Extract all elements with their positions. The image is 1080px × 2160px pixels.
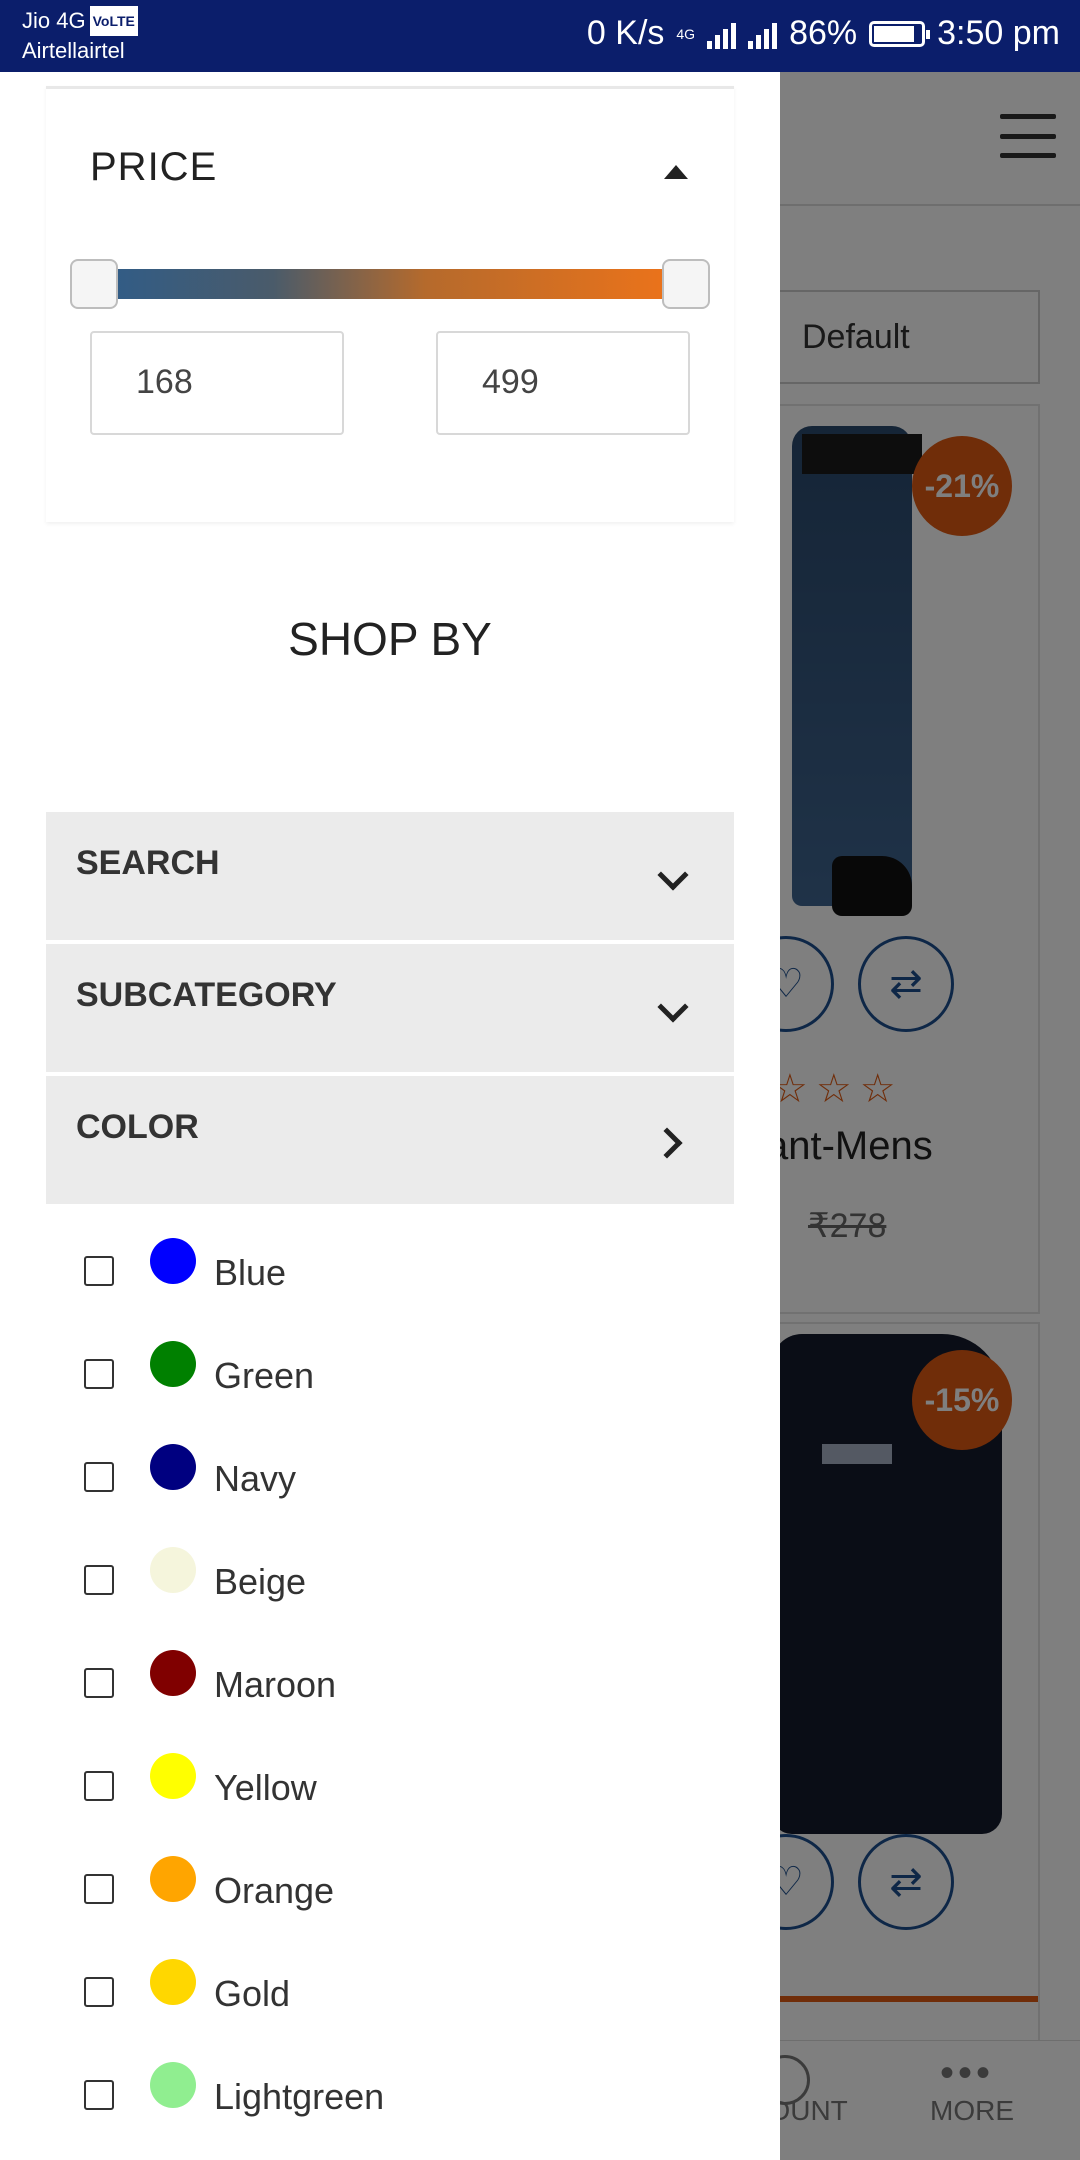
signal-icon-2 bbox=[748, 19, 778, 49]
price-min-input[interactable]: 168 bbox=[90, 331, 344, 435]
chevron-down-icon bbox=[657, 991, 689, 1023]
color-label: Green bbox=[214, 1355, 315, 1396]
battery-percent: 86% bbox=[789, 14, 858, 52]
price-title: PRICE bbox=[90, 145, 218, 189]
color-label: Maroon bbox=[214, 1664, 337, 1705]
color-swatch bbox=[150, 1547, 196, 1593]
color-label: Beige bbox=[214, 1561, 307, 1602]
color-label: Orange bbox=[214, 1870, 335, 1911]
color-checkbox[interactable] bbox=[84, 1668, 114, 1698]
shop-by-title: SHOP BY bbox=[288, 613, 492, 665]
color-option-gold[interactable]: Gold bbox=[84, 1953, 684, 2033]
color-label: Yellow bbox=[214, 1767, 317, 1808]
color-checkbox[interactable] bbox=[84, 1256, 114, 1286]
color-swatch bbox=[150, 1238, 196, 1284]
color-checkbox[interactable] bbox=[84, 1771, 114, 1801]
accordion-subcategory[interactable]: SUBCATEGORY bbox=[46, 944, 734, 1072]
price-min-handle[interactable] bbox=[70, 259, 118, 309]
color-label: Gold bbox=[214, 1973, 291, 2014]
color-swatch bbox=[150, 2062, 196, 2108]
accordion-label: SEARCH bbox=[76, 844, 220, 882]
color-checkbox[interactable] bbox=[84, 1462, 114, 1492]
filter-drawer: PRICE 168 499 SHOP BY SEARCH SUBCATEGORY… bbox=[0, 72, 780, 2160]
color-checkbox[interactable] bbox=[84, 1565, 114, 1595]
color-option-blue[interactable]: Blue bbox=[84, 1232, 684, 1312]
clock: 3:50 pm bbox=[937, 14, 1060, 52]
price-range-track[interactable] bbox=[90, 269, 700, 299]
drawer-scrim[interactable] bbox=[780, 72, 1080, 2160]
color-option-maroon[interactable]: Maroon bbox=[84, 1644, 684, 1724]
color-swatch bbox=[150, 1753, 196, 1799]
chevron-right-icon bbox=[651, 1127, 683, 1159]
color-option-beige[interactable]: Beige bbox=[84, 1541, 684, 1621]
color-label: Navy bbox=[214, 1458, 297, 1499]
volte-badge: VoLTE bbox=[89, 6, 138, 36]
chevron-down-icon bbox=[657, 859, 689, 891]
accordion-color[interactable]: COLOR bbox=[46, 1076, 734, 1204]
network-type: 4G bbox=[676, 25, 696, 42]
color-label: Blue bbox=[214, 1252, 287, 1293]
accordion-label: COLOR bbox=[76, 1108, 199, 1146]
price-filter-panel: PRICE 168 499 bbox=[46, 86, 734, 522]
battery-icon bbox=[869, 20, 931, 47]
signal-icon bbox=[707, 19, 737, 49]
color-swatch bbox=[150, 1856, 196, 1902]
caret-up-icon[interactable] bbox=[664, 165, 688, 179]
color-swatch bbox=[150, 1444, 196, 1490]
carrier-info: Jio 4G VoLTE Airtellairtel bbox=[22, 6, 138, 66]
color-option-orange[interactable]: Orange bbox=[84, 1850, 684, 1930]
color-swatch bbox=[150, 1959, 196, 2005]
color-swatch bbox=[150, 1341, 196, 1387]
carrier-secondary: Airtellairtel bbox=[22, 38, 125, 63]
color-option-green[interactable]: Green bbox=[84, 1335, 684, 1415]
color-checkbox[interactable] bbox=[84, 1977, 114, 2007]
status-bar: Jio 4G VoLTE Airtellairtel 0 K/s 4G 86% 3… bbox=[0, 0, 1080, 72]
color-option-yellow[interactable]: Yellow bbox=[84, 1747, 684, 1827]
carrier-primary: Jio 4G bbox=[22, 8, 86, 33]
accordion-label: SUBCATEGORY bbox=[76, 976, 337, 1014]
color-option-navy[interactable]: Navy bbox=[84, 1438, 684, 1518]
network-speed: 0 K/s bbox=[586, 14, 665, 52]
color-option-lightgreen[interactable]: Lightgreen bbox=[84, 2056, 684, 2136]
price-max-handle[interactable] bbox=[662, 259, 710, 309]
color-swatch bbox=[150, 1650, 196, 1696]
color-checkbox[interactable] bbox=[84, 2080, 114, 2110]
accordion-search[interactable]: SEARCH bbox=[46, 812, 734, 940]
color-checkbox[interactable] bbox=[84, 1359, 114, 1389]
color-checkbox[interactable] bbox=[84, 1874, 114, 1904]
color-label: Lightgreen bbox=[214, 2076, 385, 2117]
price-max-input[interactable]: 499 bbox=[436, 331, 690, 435]
status-right: 0 K/s 4G 86% 3:50 pm bbox=[587, 14, 1060, 53]
